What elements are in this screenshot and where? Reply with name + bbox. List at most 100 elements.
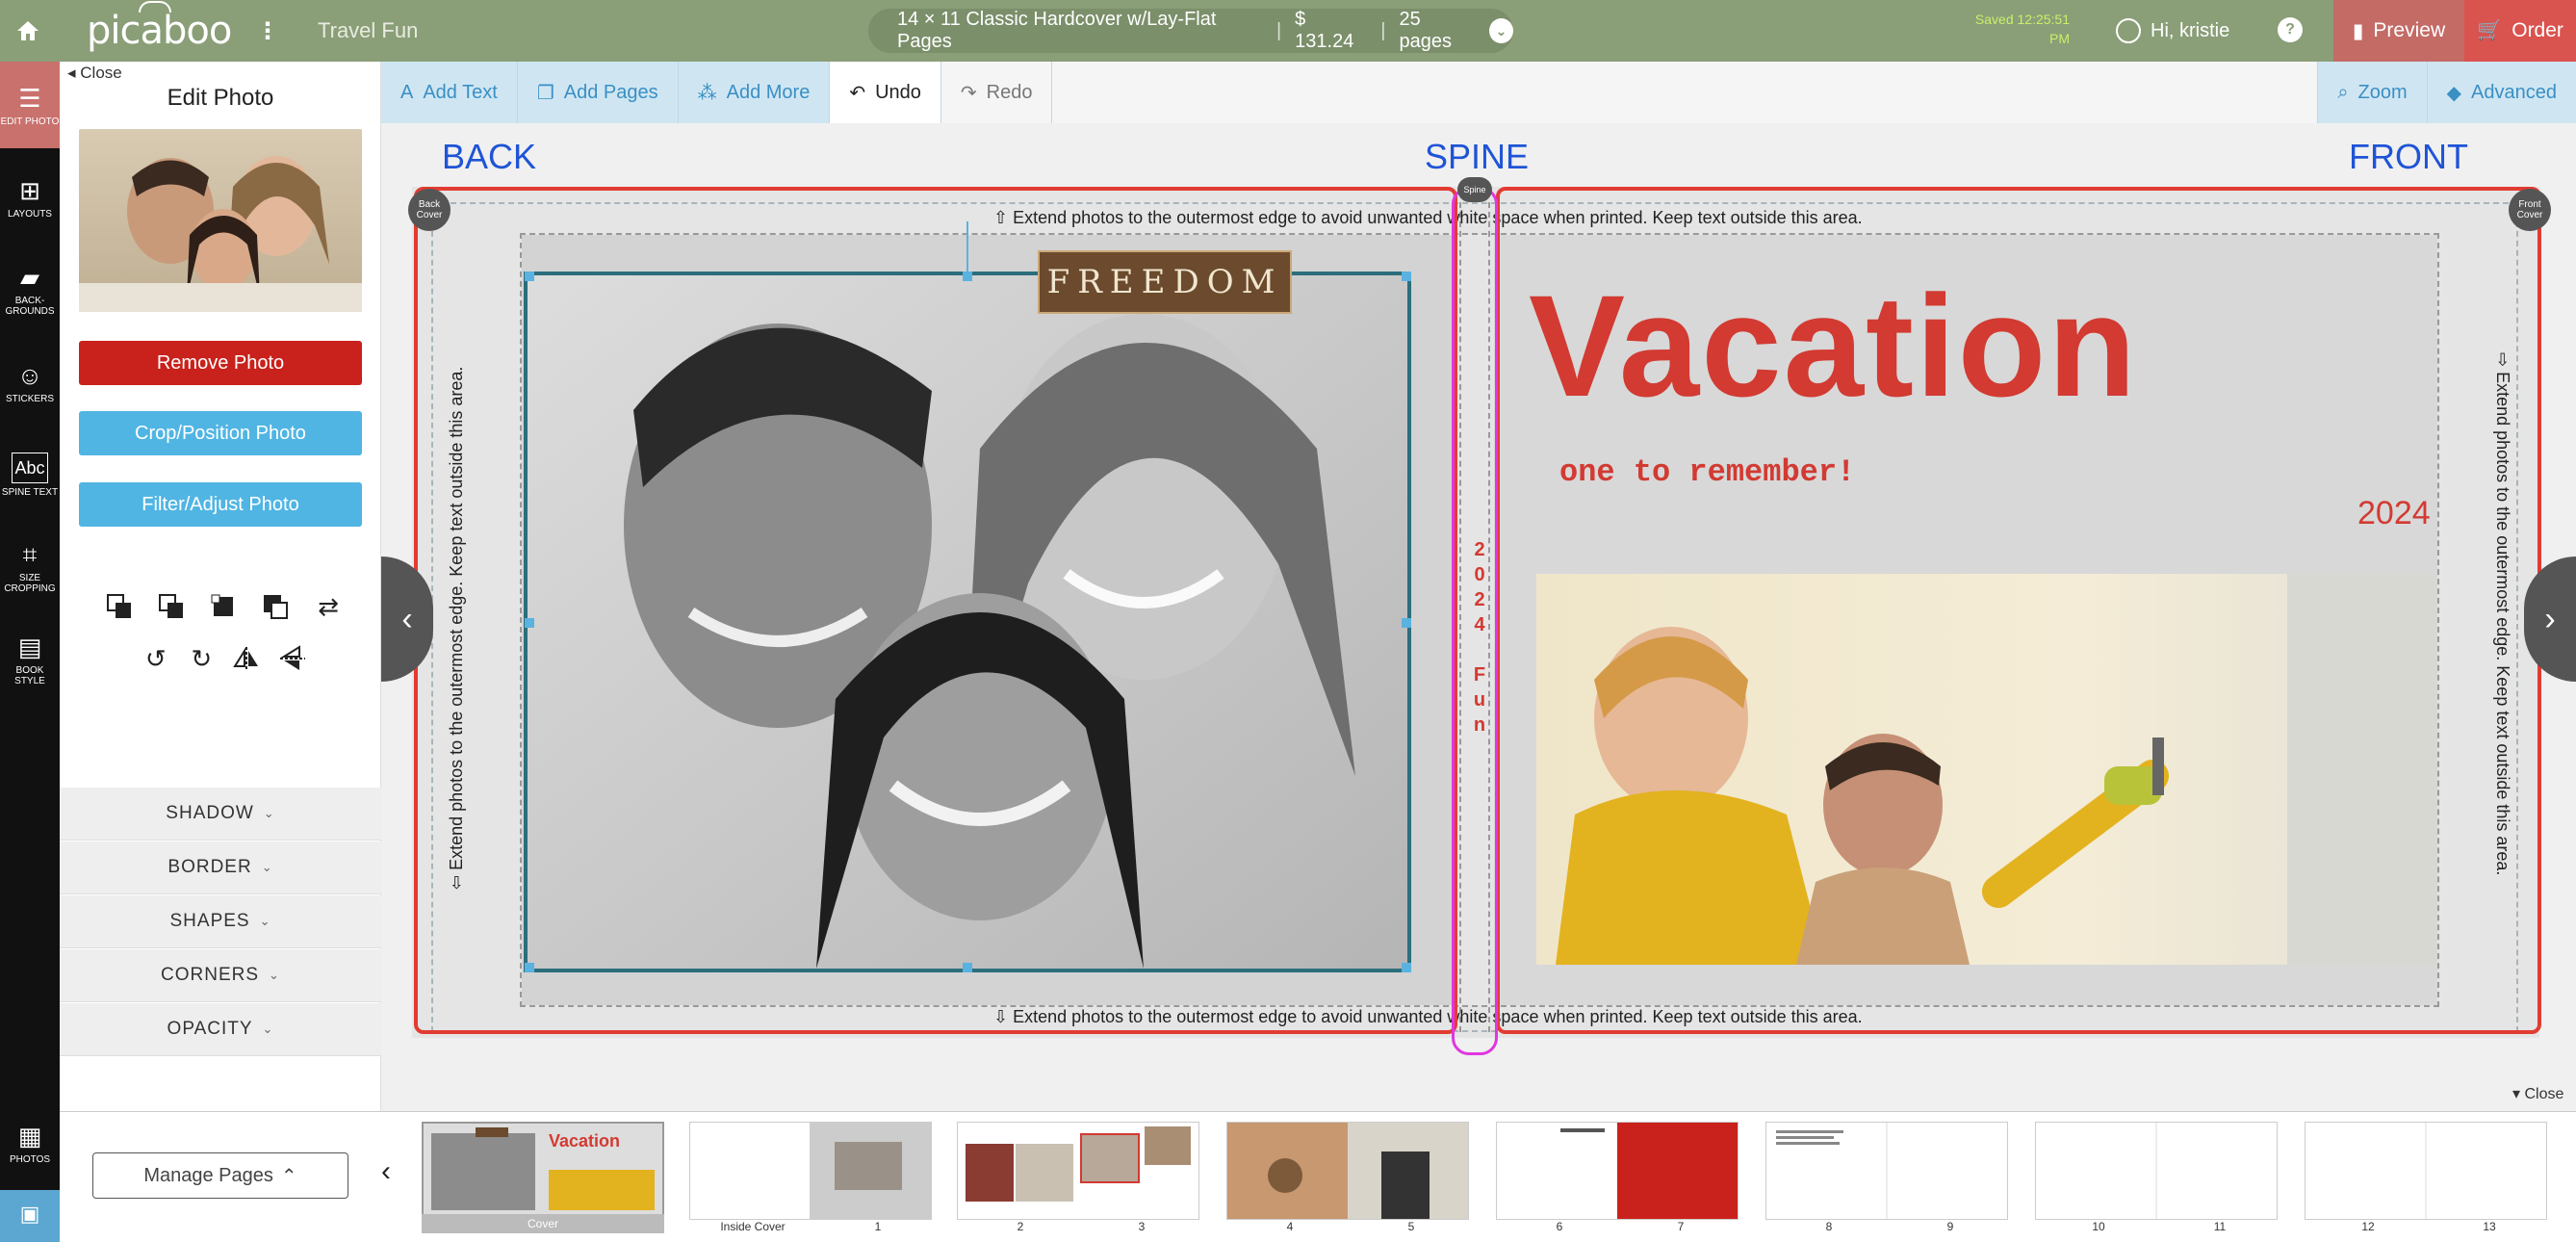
page-label: 11 — [2213, 1220, 2227, 1233]
product-name: 14 × 11 Classic Hardcover w/Lay-Flat Pag… — [897, 9, 1217, 52]
chevron-left-icon: ‹ — [401, 600, 413, 637]
chevron-down-icon[interactable]: ⌄ — [1488, 18, 1513, 43]
smiley-icon: ☺ — [16, 360, 43, 390]
project-title[interactable]: Travel Fun — [318, 18, 418, 43]
page-label: 8 — [1825, 1220, 1833, 1233]
filter-adjust-photo-button[interactable]: Filter/Adjust Photo — [79, 482, 362, 527]
page-thumb-8-9[interactable] — [1765, 1122, 2008, 1220]
rail-layouts[interactable]: ⊞ LAYOUTS — [0, 154, 60, 241]
rotate-right-icon[interactable]: ↻ — [182, 643, 220, 674]
rail-photos[interactable]: ▦ PHOTOS — [0, 1100, 60, 1186]
selected-photo-thumbnail — [79, 129, 362, 312]
help-icon[interactable]: ? — [2278, 17, 2303, 42]
spine-label: SPINE — [1425, 137, 1530, 176]
undo-icon: ↶ — [849, 82, 866, 104]
page-label: 7 — [1677, 1220, 1685, 1233]
send-to-back-icon[interactable] — [257, 591, 296, 622]
rail-spine-text[interactable]: Abc SPINE TEXT — [0, 431, 60, 518]
spine-outline — [1452, 187, 1498, 1055]
flip-horizontal-icon[interactable] — [228, 643, 267, 674]
home-icon[interactable] — [0, 0, 56, 62]
order-button[interactable]: 🛒 Order — [2464, 0, 2576, 62]
page-label: 5 — [1407, 1220, 1415, 1233]
page-label: 2 — [1017, 1220, 1024, 1233]
add-pages-button[interactable]: ❐ Add Pages — [518, 62, 679, 123]
page-thumb-6-7[interactable] — [1496, 1122, 1739, 1220]
book-icon: ▤ — [17, 633, 42, 661]
crop-icon: ⌗ — [22, 540, 38, 569]
rail-edit-photo[interactable]: ☰ EDIT PHOTO — [0, 62, 60, 148]
page-thumb-cover[interactable]: Vacation — [422, 1122, 664, 1220]
chevron-up-icon: ⌃ — [280, 1165, 297, 1187]
background-icon: ▰ — [20, 263, 39, 292]
text-icon: A — [400, 81, 414, 103]
rail-backgrounds[interactable]: ▰ BACK-GROUNDS — [0, 246, 60, 333]
page-icon: ▣ — [19, 1202, 40, 1226]
text-icon: Abc — [12, 452, 48, 483]
bring-forward-icon[interactable] — [101, 591, 140, 622]
page-label: 6 — [1556, 1220, 1563, 1233]
send-backward-icon[interactable] — [153, 591, 192, 622]
picaboo-logo[interactable]: picaboo — [87, 1, 232, 53]
opacity-accordion[interactable]: OPACITY ⌄ — [60, 1003, 381, 1056]
add-more-button[interactable]: ⁂ Add More — [679, 62, 831, 123]
panel-close[interactable]: ◂ Close — [67, 64, 122, 83]
page-label: 12 — [2361, 1220, 2375, 1233]
swap-icon[interactable]: ⇄ — [309, 591, 348, 622]
flip-vertical-icon[interactable] — [273, 643, 312, 674]
chevron-left-icon[interactable]: ‹ — [381, 1155, 391, 1188]
grid-icon: ⊞ — [19, 175, 40, 205]
crop-position-photo-button[interactable]: Crop/Position Photo — [79, 411, 362, 455]
redo-button[interactable]: ↷ Redo — [940, 62, 1053, 123]
page-label-cover: Cover — [422, 1214, 664, 1233]
border-accordion[interactable]: BORDER ⌄ — [60, 841, 381, 894]
shadow-accordion[interactable]: SHADOW ⌄ — [60, 788, 381, 841]
front-label: FRONT — [2349, 137, 2468, 176]
remove-photo-button[interactable]: Remove Photo — [79, 341, 362, 385]
save-status: Saved 12:25:51 PM — [1974, 12, 2070, 46]
svg-text:Vacation: Vacation — [549, 1131, 620, 1151]
rotate-left-icon[interactable]: ↺ — [137, 643, 175, 674]
editor-toolbar: A Add Text ❐ Add Pages ⁂ Add More ↶ Undo ↷ Re… — [381, 62, 2576, 123]
rail-page[interactable]: ▣ — [0, 1190, 60, 1242]
chevron-down-icon: ⌄ — [259, 914, 271, 928]
page-label: 9 — [1946, 1220, 1954, 1233]
user-greeting: Hi, kristie — [2151, 19, 2230, 41]
redo-icon: ↷ — [960, 82, 977, 104]
page-thumb-12-13[interactable] — [2305, 1122, 2547, 1220]
manage-pages-button[interactable]: Manage Pages ⌃ — [92, 1152, 348, 1199]
product-selector[interactable]: 14 × 11 Classic Hardcover w/Lay-Flat Pag… — [868, 9, 1513, 53]
corners-accordion[interactable]: CORNERS ⌄ — [60, 949, 381, 1002]
page-label: 13 — [2483, 1220, 2496, 1233]
undo-button[interactable]: ↶ Undo — [830, 62, 941, 123]
preview-button[interactable]: ▮ Preview — [2333, 0, 2464, 62]
tool-rail: ☰ EDIT PHOTO ⊞ LAYOUTS ▰ BACK-GROUNDS ☺ … — [0, 62, 60, 1242]
page-thumb-10-11[interactable] — [2035, 1122, 2278, 1220]
diamond-icon: ◆ — [2446, 82, 2462, 104]
user-menu[interactable]: Hi, kristie — [2116, 0, 2229, 62]
zoom-button[interactable]: ⌕ Zoom — [2317, 62, 2428, 123]
rail-size-cropping[interactable]: ⌗ SIZE CROPPING — [0, 524, 60, 610]
bring-to-front-icon[interactable] — [205, 591, 244, 622]
advanced-button[interactable]: ◆ Advanced — [2428, 62, 2576, 123]
shapes-accordion[interactable]: SHAPES ⌄ — [60, 895, 381, 948]
chevron-down-icon: ⌄ — [262, 1022, 274, 1036]
close-pages-strip[interactable]: ▾ Close — [2512, 1084, 2563, 1103]
page-thumb-inside-cover[interactable] — [689, 1122, 932, 1220]
rail-book-style[interactable]: ▤ BOOK STYLE — [0, 616, 60, 703]
page-thumb-2-3[interactable] — [957, 1122, 1199, 1220]
back-cover-badge: Back Cover — [408, 189, 451, 231]
chevron-right-icon: › — [2544, 600, 2556, 637]
panel-title: Edit Photo — [167, 85, 274, 111]
page-label: 10 — [2092, 1220, 2105, 1233]
add-text-button[interactable]: A Add Text — [381, 62, 518, 123]
page-label: 3 — [1138, 1220, 1146, 1233]
front-cover-badge: Front Cover — [2509, 189, 2551, 231]
book-icon: ▮ — [2352, 19, 2364, 42]
pages-icon: ❐ — [536, 82, 554, 104]
page-thumb-4-5[interactable] — [1226, 1122, 1469, 1220]
photo-tools: ⇄ ↺ ↻ — [94, 591, 354, 695]
shapes-icon: ⁂ — [697, 82, 717, 104]
rail-stickers[interactable]: ☺ STICKERS — [0, 339, 60, 426]
more-menu-icon[interactable]: ⋮ — [256, 17, 279, 45]
